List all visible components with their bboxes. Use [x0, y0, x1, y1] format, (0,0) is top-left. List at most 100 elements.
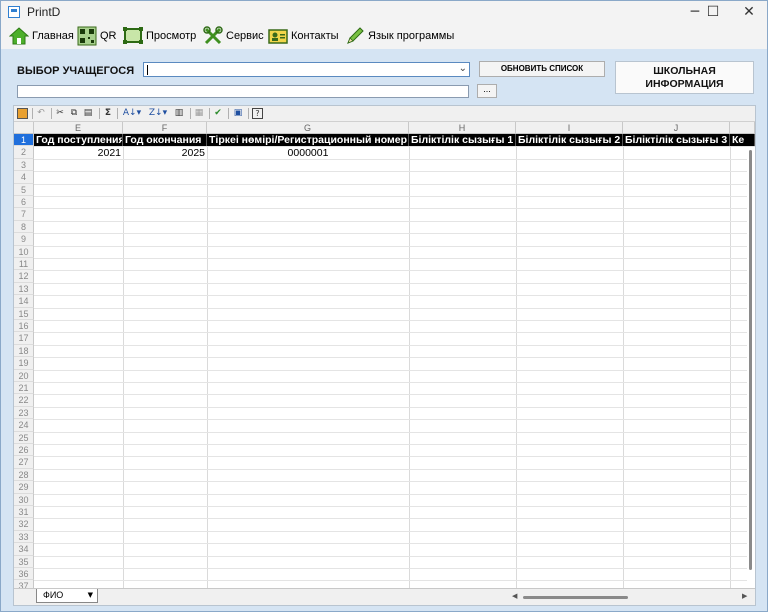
menu-item-preview[interactable]: Просмотр — [123, 25, 196, 47]
row-header[interactable]: 35 — [14, 555, 34, 568]
row-header[interactable]: 6 — [14, 196, 34, 209]
spellcheck-icon[interactable]: ✔ — [212, 108, 224, 119]
row-header[interactable]: 17 — [14, 332, 34, 345]
menu-item-qr[interactable]: QR — [77, 25, 117, 47]
palette-icon[interactable] — [17, 108, 28, 119]
row-header[interactable]: 5 — [14, 183, 34, 196]
sum-icon[interactable]: Σ — [102, 108, 114, 119]
menu-item-home[interactable]: Главная — [9, 25, 74, 47]
row-header[interactable]: 7 — [14, 208, 34, 221]
row-gridline — [34, 171, 755, 173]
path-field[interactable] — [17, 85, 469, 98]
column-header-h[interactable]: H — [409, 122, 516, 134]
menu-item-language[interactable]: Язык программы — [345, 25, 454, 47]
cell-g1[interactable]: Тіркеі нөмірі/Регистрационный номер — [207, 134, 409, 147]
paste-icon[interactable]: ▤ — [82, 108, 94, 119]
column-header-g[interactable]: G — [207, 122, 409, 134]
vertical-scroll-thumb[interactable] — [749, 150, 752, 570]
export-icon[interactable]: ▣ — [232, 108, 244, 119]
sheet-tab-fio[interactable]: ФИО ▼ — [36, 589, 98, 603]
row-header[interactable]: 8 — [14, 220, 34, 234]
help-icon[interactable]: ? — [252, 108, 263, 119]
row-header[interactable]: 2 — [14, 146, 34, 159]
row-header[interactable]: 13 — [14, 282, 34, 296]
row-header[interactable]: 18 — [14, 344, 34, 358]
horizontal-scroll-thumb[interactable] — [523, 596, 628, 599]
row-header[interactable]: 26 — [14, 444, 34, 457]
row-header[interactable]: 29 — [14, 481, 34, 494]
row-header[interactable]: 37 — [14, 580, 34, 588]
cell-k1[interactable]: Ке — [730, 134, 755, 147]
caret-down-icon[interactable]: ▼ — [88, 589, 93, 602]
row-header[interactable]: 23 — [14, 406, 34, 420]
row-header[interactable]: 14 — [14, 295, 34, 308]
row-header[interactable]: 28 — [14, 468, 34, 482]
row-header[interactable]: 1 — [14, 134, 34, 147]
row-gridline — [34, 270, 755, 272]
app-window: PrintD ─ ☐ ✕ Главная QR Просмотр Сервис … — [0, 0, 768, 612]
row-header[interactable]: 4 — [14, 171, 34, 184]
column-header-k[interactable] — [730, 122, 755, 134]
sort-asc-icon[interactable]: A↓▾ — [120, 108, 144, 119]
menu-item-label: Язык программы — [368, 30, 455, 42]
row-header[interactable]: 3 — [14, 158, 34, 172]
row-header[interactable]: 10 — [14, 245, 34, 258]
row-header[interactable]: 12 — [14, 270, 34, 283]
scroll-left-icon[interactable]: ◀ — [512, 592, 517, 600]
row-header[interactable]: 16 — [14, 320, 34, 333]
column-header-i[interactable]: I — [516, 122, 623, 134]
window-title: PrintD — [27, 5, 61, 19]
row-header[interactable]: 21 — [14, 382, 34, 395]
row-header[interactable]: 36 — [14, 568, 34, 581]
cell-g2[interactable]: 0000001 — [207, 147, 409, 159]
chevron-down-icon[interactable]: ⌄ — [459, 63, 467, 74]
row-header[interactable]: 33 — [14, 530, 34, 544]
row-gridline — [34, 555, 755, 557]
cell-f2[interactable]: 2025 — [123, 147, 205, 159]
vertical-scrollbar[interactable] — [747, 150, 755, 588]
maximize-button[interactable]: ☐ — [697, 1, 729, 23]
student-combobox[interactable]: ⌄ — [143, 62, 470, 77]
row-header[interactable]: 27 — [14, 456, 34, 469]
cell-f1[interactable]: Год окончания — [123, 134, 207, 147]
school-info-button[interactable]: ШКОЛЬНАЯ ИНФОРМАЦИЯ — [615, 61, 754, 94]
row-header[interactable]: 20 — [14, 369, 34, 382]
row-header[interactable]: 31 — [14, 506, 34, 519]
row-header[interactable]: 34 — [14, 543, 34, 556]
undo-icon[interactable]: ↶ — [35, 108, 47, 119]
column-header-f[interactable]: F — [123, 122, 207, 134]
cell-grid[interactable]: E F G H I J Год поступления Год окончани… — [14, 122, 755, 588]
close-button[interactable]: ✕ — [733, 1, 765, 23]
column-header-j[interactable]: J — [623, 122, 730, 134]
school-info-label-line1: ШКОЛЬНАЯ — [653, 65, 716, 77]
row-gridline — [34, 320, 755, 321]
row-header[interactable]: 22 — [14, 394, 34, 407]
cell-e1[interactable]: Год поступления — [34, 134, 123, 147]
row-header[interactable]: 15 — [14, 307, 34, 320]
cell-h1[interactable]: Біліктілік сызығы 1 — [409, 134, 516, 147]
grid-corner[interactable] — [14, 122, 34, 134]
row-header[interactable]: 19 — [14, 357, 34, 370]
cell-e2[interactable]: 2021 — [34, 147, 121, 159]
cut-icon[interactable]: ✂ — [54, 108, 66, 119]
sort-desc-icon[interactable]: Z↓▾ — [146, 108, 170, 119]
scroll-right-icon[interactable]: ▶ — [742, 592, 747, 600]
menu-item-service[interactable]: Сервис — [203, 25, 264, 47]
row-header[interactable]: 11 — [14, 258, 34, 271]
browse-button[interactable]: ... — [477, 84, 497, 98]
menu-item-label: Контакты — [291, 30, 339, 42]
row-header[interactable]: 32 — [14, 518, 34, 531]
row-header[interactable]: 9 — [14, 233, 34, 246]
row-header[interactable]: 24 — [14, 419, 34, 432]
menu-item-contacts[interactable]: Контакты — [268, 25, 339, 47]
copy-icon[interactable]: ⧉ — [68, 108, 80, 119]
row-header[interactable]: 25 — [14, 431, 34, 444]
cell-i1[interactable]: Біліктілік сызығы 2 — [516, 134, 623, 147]
format-icon[interactable]: ▦ — [193, 108, 205, 119]
row-gridline — [34, 406, 755, 408]
cell-j1[interactable]: Біліктілік сызығы 3 — [623, 134, 730, 147]
filter-icon[interactable]: ▥ — [173, 108, 185, 119]
column-header-e[interactable]: E — [34, 122, 123, 134]
row-header[interactable]: 30 — [14, 493, 34, 506]
refresh-list-button[interactable]: ОБНОВИТЬ СПИСОК — [479, 61, 605, 77]
